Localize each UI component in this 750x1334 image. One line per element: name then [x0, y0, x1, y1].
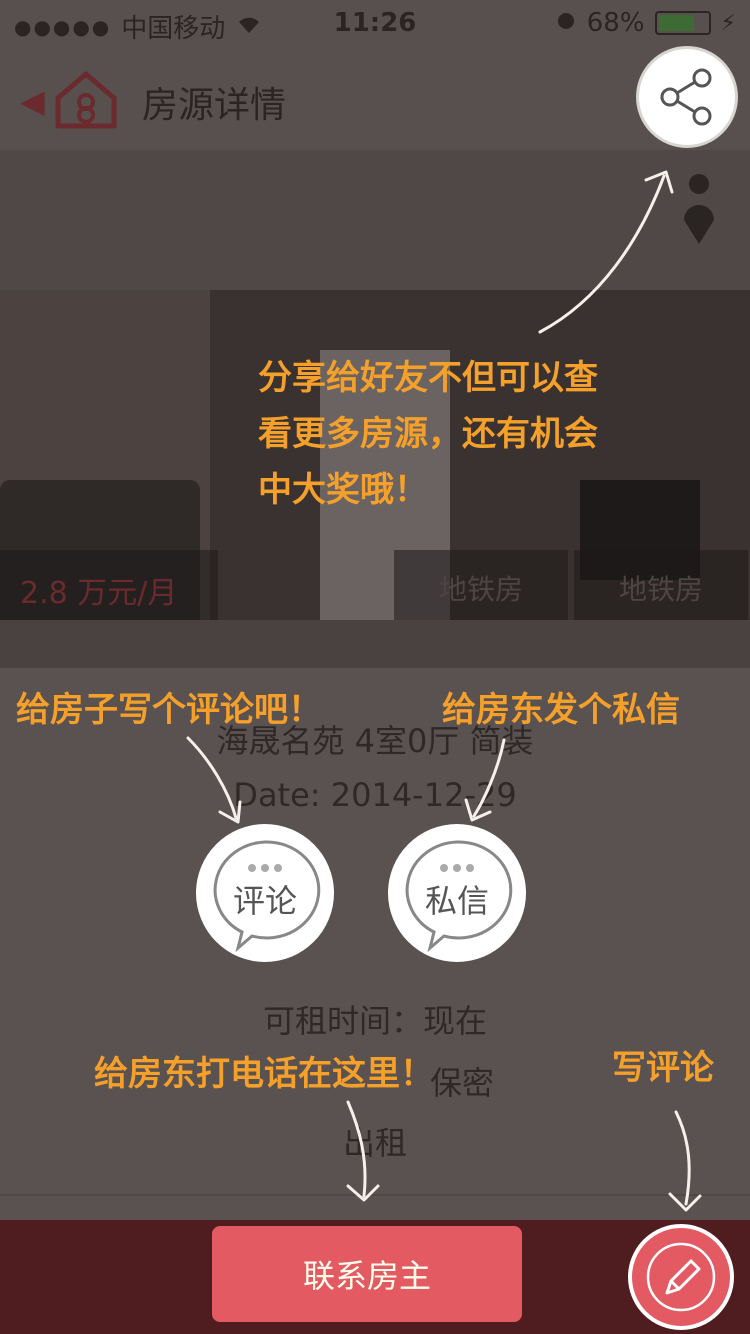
privacy-note: 保密: [430, 1064, 495, 1102]
share-button[interactable]: [636, 46, 738, 148]
battery-icon: [654, 11, 711, 35]
back-arrow-icon[interactable]: ◀: [20, 82, 45, 120]
available-time: 可租时间：现在: [262, 1002, 487, 1040]
page-title: 房源详情: [142, 85, 287, 126]
comment-label: 评论: [232, 882, 297, 920]
status-bar: ●●●●● 中国移动 11:26 68% ⚡: [0, 0, 750, 48]
battery-percent: 68%: [586, 8, 645, 38]
write-comment-button[interactable]: [628, 1224, 734, 1330]
comment-button[interactable]: 评论: [196, 824, 334, 962]
home-logo-icon[interactable]: [52, 68, 120, 132]
tag-subway-2: 地铁房: [574, 550, 748, 620]
hint-comment: 给房子写个评论吧！: [16, 690, 322, 730]
contact-owner-button[interactable]: 联系房主: [212, 1226, 522, 1322]
divider: [0, 1194, 750, 1196]
hint-write: 写评论: [612, 1048, 714, 1088]
tag-subway: 地铁房: [394, 550, 568, 620]
message-label: 私信: [424, 882, 489, 920]
hint-message: 给房东发个私信: [442, 690, 680, 730]
alarm-icon: [555, 8, 577, 38]
location-pin-icon[interactable]: [684, 174, 714, 244]
price-label: 2.8 万元/月: [0, 550, 218, 620]
listing-date: Date: 2014-12-29: [233, 776, 517, 814]
share-icon: [660, 68, 712, 126]
pencil-icon: [646, 1242, 716, 1312]
rent-type: 出租: [342, 1124, 407, 1162]
charging-icon: ⚡: [720, 10, 736, 36]
hint-call: 给房东打电话在这里！: [94, 1054, 434, 1094]
message-button[interactable]: 私信: [388, 824, 526, 962]
hint-share: 分享给好友不但可以查看更多房源，还有机会中大奖哦！: [258, 358, 598, 510]
